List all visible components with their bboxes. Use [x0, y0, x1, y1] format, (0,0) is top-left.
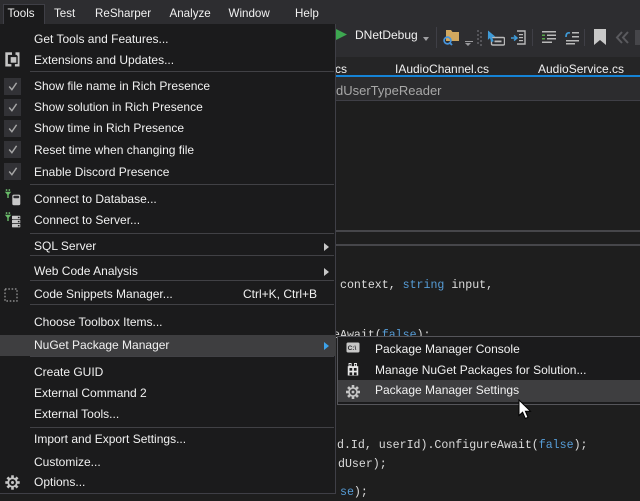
svg-text:C:\: C:\: [348, 345, 357, 352]
